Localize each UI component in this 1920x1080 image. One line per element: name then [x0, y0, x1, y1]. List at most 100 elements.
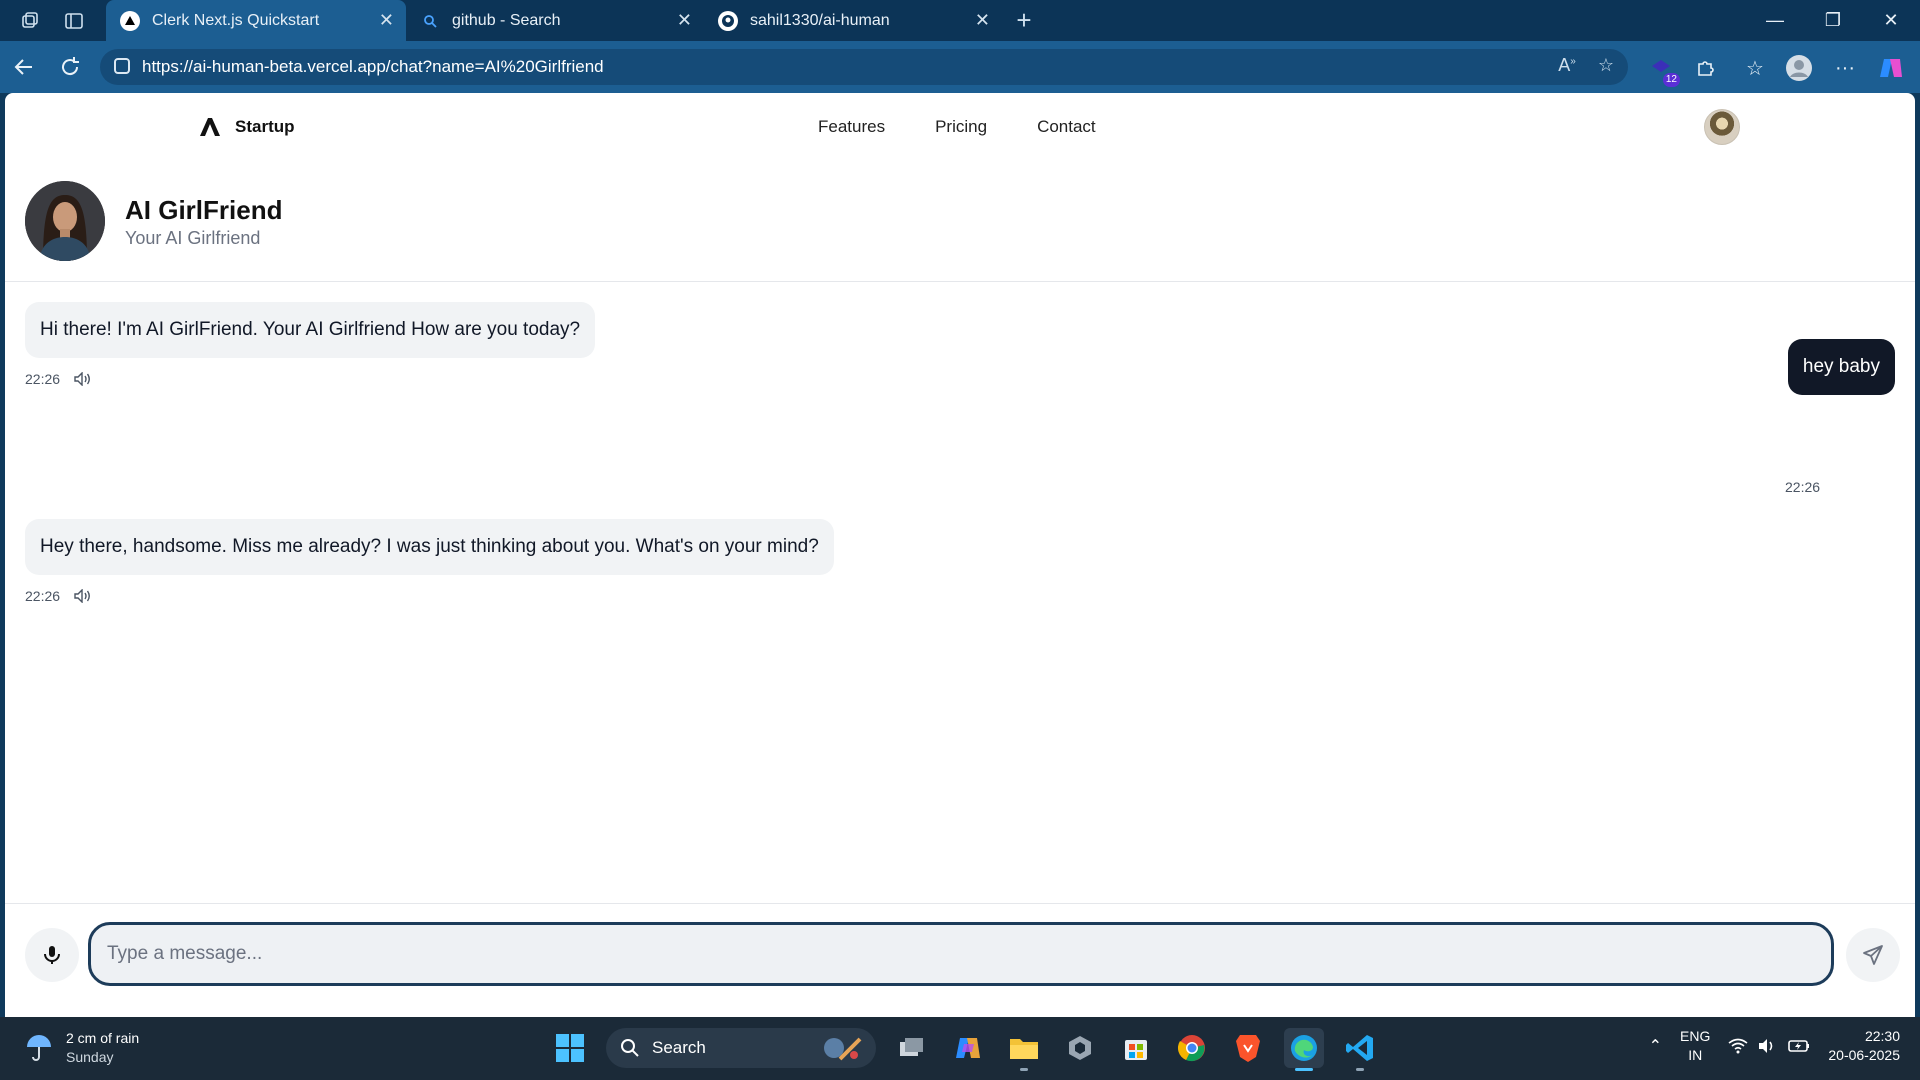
- microphone-button[interactable]: [25, 928, 79, 982]
- user-message: hey baby: [1787, 339, 1895, 395]
- send-button[interactable]: [1846, 928, 1900, 982]
- task-view-button[interactable]: [892, 1028, 932, 1068]
- task-view-icon: [900, 1038, 923, 1056]
- show-hidden-icons-icon[interactable]: ⌃: [1649, 1036, 1662, 1056]
- copilot-icon: [956, 1038, 980, 1058]
- github-icon: [718, 10, 738, 31]
- cube-app-icon: [1069, 1036, 1091, 1060]
- url-text: https://ai-human-beta.vercel.app/chat?na…: [142, 57, 604, 76]
- search-highlight-icon: [824, 1037, 862, 1061]
- clock-date: 20-06-2025: [1828, 1047, 1900, 1063]
- weather-summary: 2 cm of rain: [66, 1030, 140, 1046]
- profile-icon[interactable]: [1784, 53, 1814, 83]
- taskbar-search[interactable]: Search: [606, 1028, 876, 1068]
- close-tab-icon[interactable]: ✕: [975, 10, 990, 31]
- menu-contact[interactable]: Contact: [1037, 117, 1096, 137]
- message-bubble: Hi there! I'm AI GirlFriend. Your AI Gir…: [25, 302, 596, 358]
- chat-header: AI GirlFriend Your AI Girlfriend: [5, 181, 1915, 282]
- search-icon: [420, 11, 440, 31]
- bot-message: Hey there, handsome. Miss me already? I …: [25, 519, 834, 575]
- message-time: 22:26: [25, 371, 61, 387]
- main-menu: Features Pricing Contact: [818, 117, 1096, 137]
- search-icon: [621, 1039, 639, 1057]
- browser-tab-bar: Clerk Next.js Quickstart ✕ github - Sear…: [0, 0, 1920, 41]
- bot-message: Hi there! I'm AI GirlFriend. Your AI Gir…: [25, 302, 596, 358]
- speaker-icon[interactable]: [74, 589, 92, 603]
- vertical-tabs-icon[interactable]: [62, 9, 86, 33]
- brand-link[interactable]: Startup: [197, 115, 295, 139]
- bot-name: AI GirlFriend: [125, 195, 283, 225]
- close-window-icon[interactable]: ✕: [1862, 0, 1920, 41]
- copilot-icon[interactable]: [1876, 53, 1906, 83]
- url-field[interactable]: https://ai-human-beta.vercel.app/chat?na…: [100, 49, 1628, 85]
- taskbar-unity[interactable]: [1060, 1028, 1100, 1068]
- search-label: Search: [652, 1038, 706, 1057]
- vercel-icon: [120, 10, 140, 31]
- workspaces-icon[interactable]: [18, 9, 42, 33]
- message-composer: [5, 903, 1915, 1017]
- taskbar-apps: Search: [550, 1023, 1380, 1073]
- extensions-puzzle-icon[interactable]: [1690, 53, 1720, 83]
- running-indicator: [1295, 1068, 1313, 1071]
- new-tab-icon[interactable]: +: [1012, 5, 1036, 35]
- brand-logo-icon: [200, 118, 220, 136]
- extension-badge: 12: [1662, 73, 1680, 87]
- taskbar-chrome[interactable]: [1172, 1028, 1212, 1068]
- weather-day: Sunday: [66, 1049, 114, 1065]
- language-code: ENG: [1680, 1028, 1711, 1044]
- umbrella-icon: [27, 1035, 51, 1061]
- extension-icon[interactable]: 12: [1646, 53, 1680, 87]
- back-icon[interactable]: [10, 53, 38, 81]
- restore-icon[interactable]: ❐: [1804, 0, 1862, 41]
- clock[interactable]: 22:30 20-06-2025: [1828, 1027, 1900, 1065]
- bot-subtitle: Your AI Girlfriend: [125, 228, 261, 248]
- refresh-icon[interactable]: [56, 53, 84, 81]
- taskbar-store[interactable]: [1116, 1028, 1156, 1068]
- region-code: IN: [1688, 1047, 1703, 1063]
- tab-title: sahil1330/ai-human: [750, 11, 890, 29]
- running-indicator: [1356, 1068, 1364, 1071]
- message-input[interactable]: [88, 922, 1834, 986]
- clock-time: 22:30: [1864, 1028, 1900, 1044]
- tab-title: github - Search: [452, 11, 561, 29]
- quick-settings[interactable]: [1728, 1038, 1810, 1054]
- tab-clerk-quickstart[interactable]: Clerk Next.js Quickstart ✕: [106, 0, 406, 41]
- message-time: 22:26: [25, 588, 61, 604]
- message-bubble: hey baby: [1787, 339, 1895, 395]
- close-tab-icon[interactable]: ✕: [677, 10, 692, 31]
- weather-widget[interactable]: 2 cm of rain Sunday: [24, 1029, 139, 1067]
- favorite-star-icon[interactable]: ☆: [1598, 55, 1614, 76]
- message-meta: 22:26: [25, 588, 92, 604]
- menu-pricing[interactable]: Pricing: [935, 117, 987, 137]
- taskbar-copilot[interactable]: [948, 1028, 988, 1068]
- edge-icon: [1291, 1035, 1317, 1061]
- message-time: 22:26: [1785, 479, 1821, 495]
- taskbar-edge[interactable]: [1284, 1028, 1324, 1071]
- read-aloud-icon[interactable]: A»: [1558, 55, 1576, 76]
- wifi-icon: [1728, 1038, 1748, 1054]
- system-tray: ⌃ ENG IN 22:30 20-06-2025: [1649, 1027, 1900, 1065]
- user-avatar[interactable]: [1704, 109, 1740, 145]
- menu-features[interactable]: Features: [818, 117, 885, 137]
- volume-icon: [1759, 1039, 1773, 1053]
- message-meta: 22:26: [1785, 479, 1820, 495]
- taskbar-file-explorer[interactable]: [1004, 1028, 1044, 1071]
- site-info-icon[interactable]: [114, 58, 130, 74]
- more-options-icon[interactable]: ···: [1830, 53, 1860, 83]
- windows-icon: [556, 1034, 584, 1062]
- taskbar-brave[interactable]: [1228, 1028, 1268, 1068]
- taskbar-vscode[interactable]: [1340, 1028, 1380, 1071]
- close-tab-icon[interactable]: ✕: [379, 10, 394, 31]
- start-button[interactable]: [550, 1028, 590, 1068]
- minimize-icon[interactable]: —: [1746, 0, 1804, 41]
- tab-github-search[interactable]: github - Search ✕: [406, 0, 704, 41]
- chrome-icon: [1177, 1035, 1205, 1062]
- favorites-icon[interactable]: ☆: [1740, 53, 1770, 83]
- language-indicator[interactable]: ENG IN: [1680, 1027, 1710, 1065]
- brand-name: Startup: [235, 117, 295, 136]
- speaker-icon[interactable]: [74, 372, 92, 386]
- tab-github-repo[interactable]: sahil1330/ai-human ✕: [704, 0, 1002, 41]
- running-indicator: [1020, 1068, 1028, 1071]
- send-icon: [1863, 945, 1883, 965]
- vscode-icon: [1346, 1035, 1373, 1061]
